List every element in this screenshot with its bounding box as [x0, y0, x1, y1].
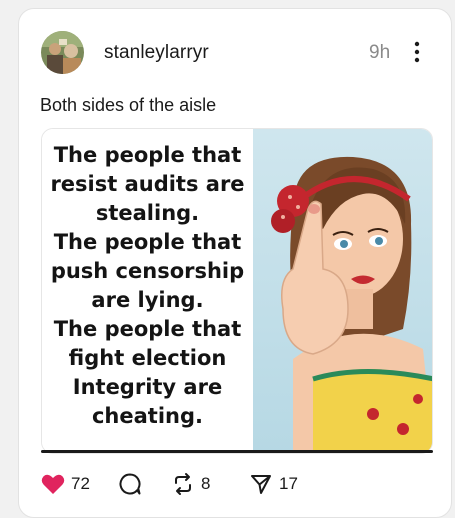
post-image[interactable]: The people that resist audits are steali…: [41, 128, 433, 454]
like-button[interactable]: 72: [41, 471, 90, 497]
share-count: 17: [279, 474, 298, 493]
repost-button[interactable]: 8: [171, 471, 210, 497]
share-button[interactable]: 17: [249, 471, 298, 497]
repost-icon: [171, 472, 195, 496]
comment-button[interactable]: [118, 471, 142, 497]
heart-icon: [41, 473, 65, 495]
timestamp: 9h: [369, 42, 391, 63]
meme-text-panel: The people that resist audits are steali…: [42, 129, 253, 453]
more-vertical-icon[interactable]: [410, 39, 424, 65]
like-count: 72: [71, 474, 90, 493]
share-icon: [249, 472, 273, 496]
meme-text: The people that resist audits are steali…: [50, 143, 245, 428]
username[interactable]: stanleylarryr: [104, 42, 209, 64]
avatar[interactable]: [41, 31, 84, 74]
post-card: stanleylarryr 9h Both sides of the aisle…: [18, 8, 452, 518]
pinup-illustration: [253, 129, 432, 453]
image-divider: [41, 450, 433, 453]
comment-icon: [118, 472, 142, 496]
repost-count: 8: [201, 474, 211, 493]
post-caption: Both sides of the aisle: [40, 95, 217, 115]
